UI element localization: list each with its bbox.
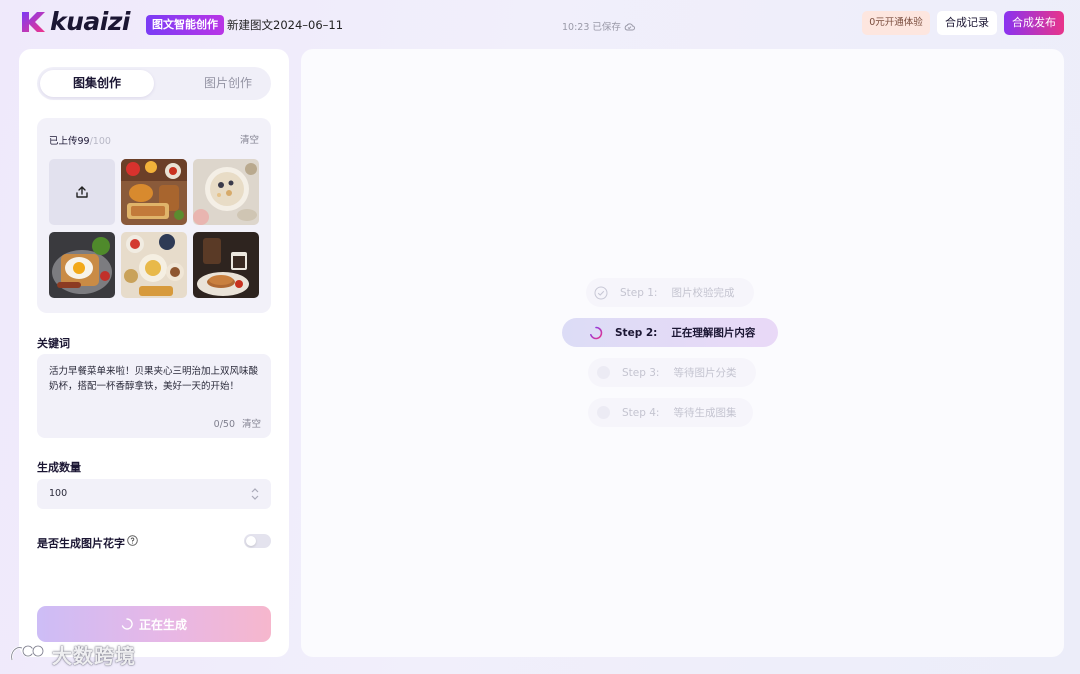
step-1-text: 图片校验完成: [671, 287, 735, 299]
uploaded-image-thumbnail[interactable]: [193, 159, 259, 225]
mode-tabs: 图集创作 图片创作: [37, 67, 271, 100]
product-tag: 图文智能创作: [146, 15, 224, 35]
step-4-number: Step 4:: [622, 406, 660, 419]
loading-spinner-icon: [121, 618, 133, 630]
logo-wordmark: kuaizi: [50, 7, 130, 36]
check-circle-icon: [594, 286, 608, 299]
kuaizi-logo-icon: [22, 12, 45, 32]
step-2-number: Step 2:: [615, 326, 658, 339]
publish-button[interactable]: 合成发布: [1004, 11, 1064, 35]
kuaizi-logo[interactable]: kuaizi: [20, 9, 130, 35]
toggle-knob: [246, 536, 256, 546]
tab-image-creation[interactable]: 图片创作: [171, 70, 285, 97]
step-4-text: 等待生成图集: [673, 407, 737, 419]
generate-button-label: 正在生成: [138, 617, 187, 632]
main-canvas: Step 1: 图片校验完成 Step 2: 正在理解图片内容 Step 3: …: [301, 49, 1064, 657]
clear-images-button[interactable]: 清空: [240, 132, 259, 146]
porridge-bowl-photo: [193, 159, 259, 225]
watermark-logo-icon: [10, 644, 45, 660]
step-1: Step 1: 图片校验完成: [586, 278, 754, 307]
generate-button[interactable]: 正在生成: [37, 606, 271, 642]
keywords-text: 活力早餐菜单来啦！贝果夹心三明治加上双风味酸奶杯，搭配一杯香醇拿铁，美好一天的开…: [49, 366, 259, 392]
loading-spinner-icon: [590, 326, 603, 339]
step-3-text: 等待图片分类: [673, 367, 737, 379]
uploaded-image-thumbnail[interactable]: [49, 232, 115, 298]
uploaded-image-thumbnail[interactable]: [193, 232, 259, 298]
image-upload-area: 已上传99/100 清空: [37, 118, 271, 313]
pending-dot-icon: [596, 406, 610, 420]
quantity-label: 生成数量: [37, 461, 81, 474]
coffee-pancakes-photo: [193, 232, 259, 298]
upload-icon: [76, 186, 88, 198]
font-effect-label: 是否生成图片花字: [37, 537, 125, 550]
save-status-text: 10:23 已保存: [562, 22, 621, 33]
step-4: Step 4: 等待生成图集: [588, 398, 753, 427]
step-3-number: Step 3:: [622, 366, 660, 379]
step-3: Step 3: 等待图片分类: [588, 358, 756, 387]
fried-egg-toast-photo: [49, 232, 115, 298]
quantity-value: 100: [49, 488, 68, 499]
quantity-input[interactable]: 100: [37, 479, 271, 509]
keywords-clear-button[interactable]: 清空: [242, 416, 261, 430]
keywords-textarea[interactable]: 活力早餐菜单来啦！贝果夹心三明治加上双风味酸奶杯，搭配一杯香醇拿铁，美好一天的开…: [37, 354, 271, 438]
keywords-label: 关键词: [37, 337, 70, 350]
free-trial-button[interactable]: 0元开通体验: [862, 11, 930, 35]
top-bar: kuaizi 图文智能创作 新建图文2024–06–11 10:23 已保存 0…: [0, 0, 1080, 46]
font-effect-toggle[interactable]: [244, 534, 271, 548]
step-2: Step 2: 正在理解图片内容: [562, 318, 778, 347]
breakfast-spread-photo: [121, 232, 187, 298]
keywords-char-count: 0/50: [213, 419, 235, 430]
watermark-text: 大数跨境: [52, 644, 136, 668]
step-1-number: Step 1:: [620, 286, 658, 299]
upload-count-max: /100: [89, 136, 111, 147]
document-title[interactable]: 新建图文2024–06–11: [227, 17, 343, 33]
uploaded-image-thumbnail[interactable]: [121, 232, 187, 298]
quantity-stepper-icon[interactable]: [251, 486, 259, 502]
uploaded-image-thumbnail[interactable]: [121, 159, 187, 225]
font-effect-toggle-row: 是否生成图片花字: [37, 534, 271, 550]
cloud-icon: [624, 22, 635, 30]
upload-count: 已上传99/100: [49, 133, 111, 147]
upload-count-value: 已上传99: [49, 136, 90, 147]
pending-dot-icon: [596, 366, 610, 380]
step-2-text: 正在理解图片内容: [671, 327, 756, 339]
save-status: 10:23 已保存: [562, 19, 635, 33]
help-icon[interactable]: [127, 535, 138, 546]
history-button[interactable]: 合成记录: [937, 11, 997, 35]
upload-button[interactable]: [49, 159, 115, 225]
left-settings-panel: 图集创作 图片创作 已上传99/100 清空 关键词 活力早餐菜单来啦！贝果夹心…: [19, 49, 289, 657]
watermark: 大数跨境: [8, 640, 136, 669]
tab-gallery-creation[interactable]: 图集创作: [40, 70, 154, 97]
breakfast-toast-fruit-photo: [121, 159, 187, 225]
